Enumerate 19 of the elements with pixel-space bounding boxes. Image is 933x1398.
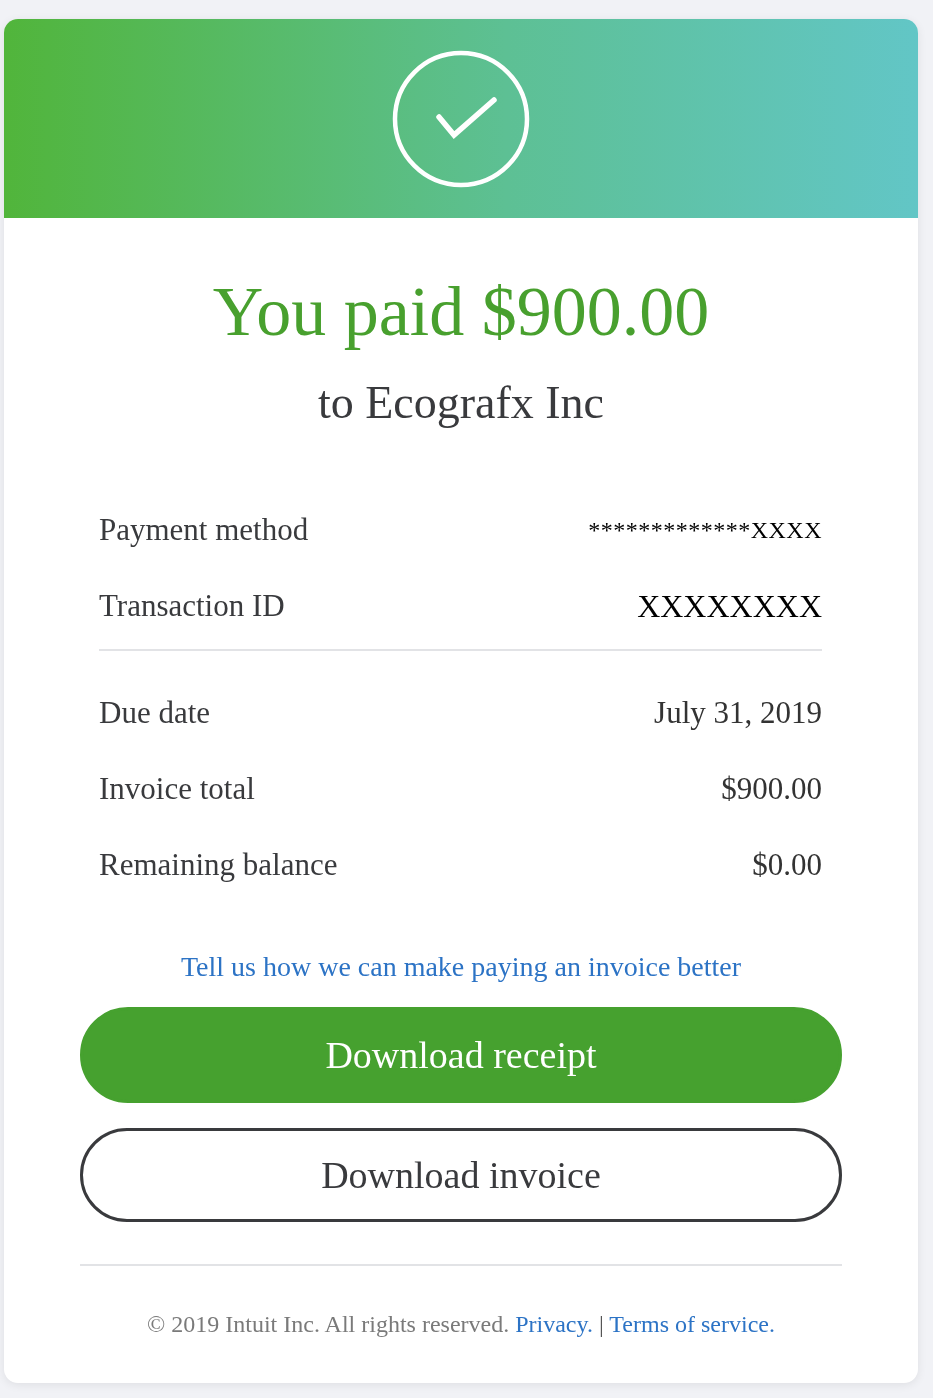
detail-value: $900.00 xyxy=(721,769,822,808)
terms-link[interactable]: Terms of service. xyxy=(609,1311,775,1337)
feedback-link[interactable]: Tell us how we can make paying an invoice better xyxy=(180,951,742,982)
detail-value: *************XXXX xyxy=(588,516,822,545)
payment-amount-heading: You paid $900.00 xyxy=(211,272,711,352)
privacy-link[interactable]: Privacy. xyxy=(515,1311,593,1337)
detail-value: $0.00 xyxy=(752,845,822,884)
payee-text: to Ecografx Inc xyxy=(316,376,606,430)
footer-text: © 2019 Intuit Inc. All rights reserved. Privacy. | Terms of service. xyxy=(146,1310,776,1339)
detail-value: XXXXXXXX xyxy=(637,587,822,626)
detail-label: Invoice total xyxy=(99,769,255,808)
download-invoice-button[interactable]: Download invoice xyxy=(80,1128,842,1222)
detail-value: July 31, 2019 xyxy=(654,693,822,732)
detail-label: Payment method xyxy=(99,510,309,549)
detail-label: Remaining balance xyxy=(99,845,338,884)
check-circle-icon xyxy=(392,49,530,188)
detail-label: Transaction ID xyxy=(99,586,285,625)
download-receipt-button[interactable]: Download receipt xyxy=(80,1007,842,1103)
detail-label: Due date xyxy=(99,693,211,732)
